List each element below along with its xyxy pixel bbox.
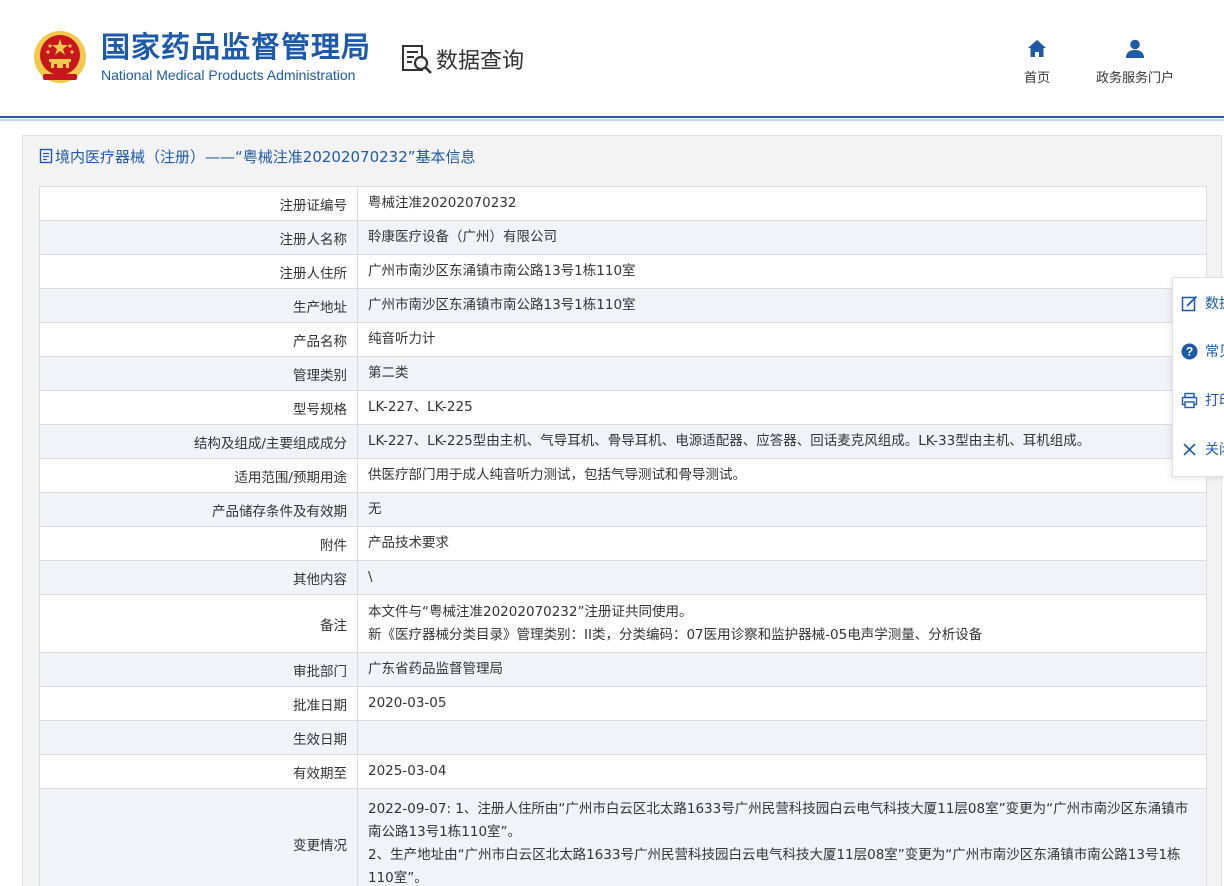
- table-row: 生产地址 广州市南沙区东涌镇市南公路13号1栋110室: [39, 288, 1207, 323]
- row-value: LK-227、LK-225: [357, 390, 1207, 425]
- print-icon: [1181, 392, 1198, 408]
- side-print-button[interactable]: 打印: [1181, 388, 1224, 412]
- row-value: 产品技术要求: [357, 526, 1207, 561]
- panel-title-text: 境内医疗器械（注册）——“粤械注准20202070232”基本信息: [55, 147, 476, 166]
- table-row: 型号规格 LK-227、LK-225: [39, 390, 1207, 425]
- row-value: [357, 720, 1207, 755]
- row-label: 生产地址: [39, 288, 358, 323]
- close-icon: [1183, 442, 1196, 456]
- header-divider-light: [0, 119, 1224, 121]
- site-name-cn: 国家药品监督管理局: [101, 30, 372, 64]
- svg-text:?: ?: [1186, 344, 1193, 358]
- row-label: 附件: [39, 526, 358, 561]
- table-row: 管理类别 第二类: [39, 356, 1207, 391]
- row-value: 粤械注准20202070232: [357, 186, 1207, 221]
- side-print-label: 打印: [1205, 393, 1224, 409]
- nav-portal-link[interactable]: 政务服务门户: [1096, 38, 1174, 86]
- row-value: 本文件与“粤械注准20202070232”注册证共同使用。 新《医疗器械分类目录…: [357, 594, 1207, 653]
- national-emblem-icon: [34, 31, 86, 83]
- remark-line: 新《医疗器械分类目录》管理类别：II类，分类编码：07医用诊察和监护器械-05电…: [368, 626, 983, 643]
- side-close-label: 关闭: [1205, 442, 1224, 458]
- remark-line: 本文件与“粤械注准20202070232”注册证共同使用。: [368, 603, 693, 620]
- header-divider: [0, 116, 1224, 118]
- side-data-label: 数据: [1205, 296, 1224, 312]
- user-icon: [1126, 39, 1144, 58]
- row-value: LK-227、LK-225型由主机、气导耳机、骨导耳机、电源适配器、应答器、回话…: [357, 424, 1207, 459]
- detail-table: 注册证编号 粤械注准20202070232 注册人名称 聆康医疗设备（广州）有限…: [39, 186, 1207, 886]
- side-faq-label: 常见: [1205, 344, 1224, 360]
- row-label: 生效日期: [39, 720, 358, 755]
- table-row: 附件 产品技术要求: [39, 526, 1207, 561]
- table-row: 注册证编号 粤械注准20202070232: [39, 186, 1207, 221]
- home-icon: [1028, 40, 1046, 57]
- table-row: 产品名称 纯音听力计: [39, 322, 1207, 357]
- row-label: 变更情况: [39, 788, 358, 886]
- site-header: 国家药品监督管理局 National Medical Products Admi…: [0, 0, 1224, 116]
- row-label: 注册人名称: [39, 220, 358, 255]
- row-label: 备注: [39, 594, 358, 653]
- row-label: 产品储存条件及有效期: [39, 492, 358, 527]
- row-value: 供医疗部门用于成人纯音听力测试，包括气导测试和骨导测试。: [357, 458, 1207, 493]
- section-title: 数据查询: [436, 49, 525, 74]
- table-row: 批准日期 2020-03-05: [39, 686, 1207, 721]
- side-data-button[interactable]: 数据: [1181, 291, 1224, 315]
- edit-icon: [1181, 295, 1198, 311]
- row-value: 2020-03-05: [357, 686, 1207, 721]
- row-label: 结构及组成/主要组成成分: [39, 424, 358, 459]
- help-icon: ?: [1181, 343, 1198, 359]
- row-value: 聆康医疗设备（广州）有限公司: [357, 220, 1207, 255]
- table-row: 适用范围/预期用途 供医疗部门用于成人纯音听力测试，包括气导测试和骨导测试。: [39, 458, 1207, 493]
- row-label: 审批部门: [39, 652, 358, 687]
- row-value: 广州市南沙区东涌镇市南公路13号1栋110室: [357, 254, 1207, 289]
- nav-portal-label: 政务服务门户: [1096, 71, 1175, 86]
- table-row: 其他内容 \: [39, 560, 1207, 595]
- row-label: 批准日期: [39, 686, 358, 721]
- table-row: 变更情况 2022-09-07: 1、注册人住所由“广州市白云区北太路1633号…: [39, 788, 1207, 886]
- row-label: 型号规格: [39, 390, 358, 425]
- side-close-button[interactable]: 关闭: [1181, 437, 1224, 461]
- row-label: 适用范围/预期用途: [39, 458, 358, 493]
- site-name-en: National Medical Products Administration: [101, 67, 356, 83]
- site-logo[interactable]: 国家药品监督管理局 National Medical Products Admi…: [33, 28, 371, 86]
- panel-title: 境内医疗器械（注册）——“粤械注准20202070232”基本信息: [23, 136, 1221, 176]
- table-row: 有效期至 2025-03-04: [39, 754, 1207, 789]
- table-row: 结构及组成/主要组成成分 LK-227、LK-225型由主机、气导耳机、骨导耳机…: [39, 424, 1207, 459]
- row-value: \: [357, 560, 1207, 595]
- table-row: 生效日期: [39, 720, 1207, 755]
- side-toolbar: 数据 ? 常见 打印 关闭: [1172, 277, 1224, 477]
- row-value: 广州市南沙区东涌镇市南公路13号1栋110室: [357, 288, 1207, 323]
- section-heading: 数据查询: [400, 42, 524, 76]
- table-row: 审批部门 广东省药品监督管理局: [39, 652, 1207, 687]
- row-label: 产品名称: [39, 322, 358, 357]
- nav-home-label: 首页: [1024, 71, 1051, 86]
- row-label: 注册人住所: [39, 254, 358, 289]
- row-value: 纯音听力计: [357, 322, 1207, 357]
- change-line: 2、生产地址由“广州市白云区北太路1633号广州民营科技园白云电气科技大厦11层…: [368, 846, 1181, 886]
- side-faq-button[interactable]: ? 常见: [1181, 339, 1224, 363]
- table-row: 产品储存条件及有效期 无: [39, 492, 1207, 527]
- row-value: 无: [357, 492, 1207, 527]
- row-label: 有效期至: [39, 754, 358, 789]
- row-label: 注册证编号: [39, 186, 358, 221]
- nav-home-link[interactable]: 首页: [1024, 38, 1050, 86]
- row-value: 2022-09-07: 1、注册人住所由“广州市白云区北太路1633号广州民营科…: [357, 788, 1207, 886]
- brand-text: 国家药品监督管理局 National Medical Products Admi…: [101, 30, 371, 84]
- row-label: 其他内容: [39, 560, 358, 595]
- row-label: 管理类别: [39, 356, 358, 391]
- change-line: 2022-09-07: 1、注册人住所由“广州市白云区北太路1633号广州民营科…: [368, 800, 1189, 840]
- table-row: 备注 本文件与“粤械注准20202070232”注册证共同使用。 新《医疗器械分…: [39, 594, 1207, 653]
- row-value: 广东省药品监督管理局: [357, 652, 1207, 687]
- data-search-icon: [402, 45, 432, 74]
- detail-panel: 境内医疗器械（注册）——“粤械注准20202070232”基本信息 注册证编号 …: [22, 135, 1222, 886]
- row-value: 2025-03-04: [357, 754, 1207, 789]
- row-value: 第二类: [357, 356, 1207, 391]
- document-icon: [39, 148, 53, 164]
- table-row: 注册人住所 广州市南沙区东涌镇市南公路13号1栋110室: [39, 254, 1207, 289]
- table-row: 注册人名称 聆康医疗设备（广州）有限公司: [39, 220, 1207, 255]
